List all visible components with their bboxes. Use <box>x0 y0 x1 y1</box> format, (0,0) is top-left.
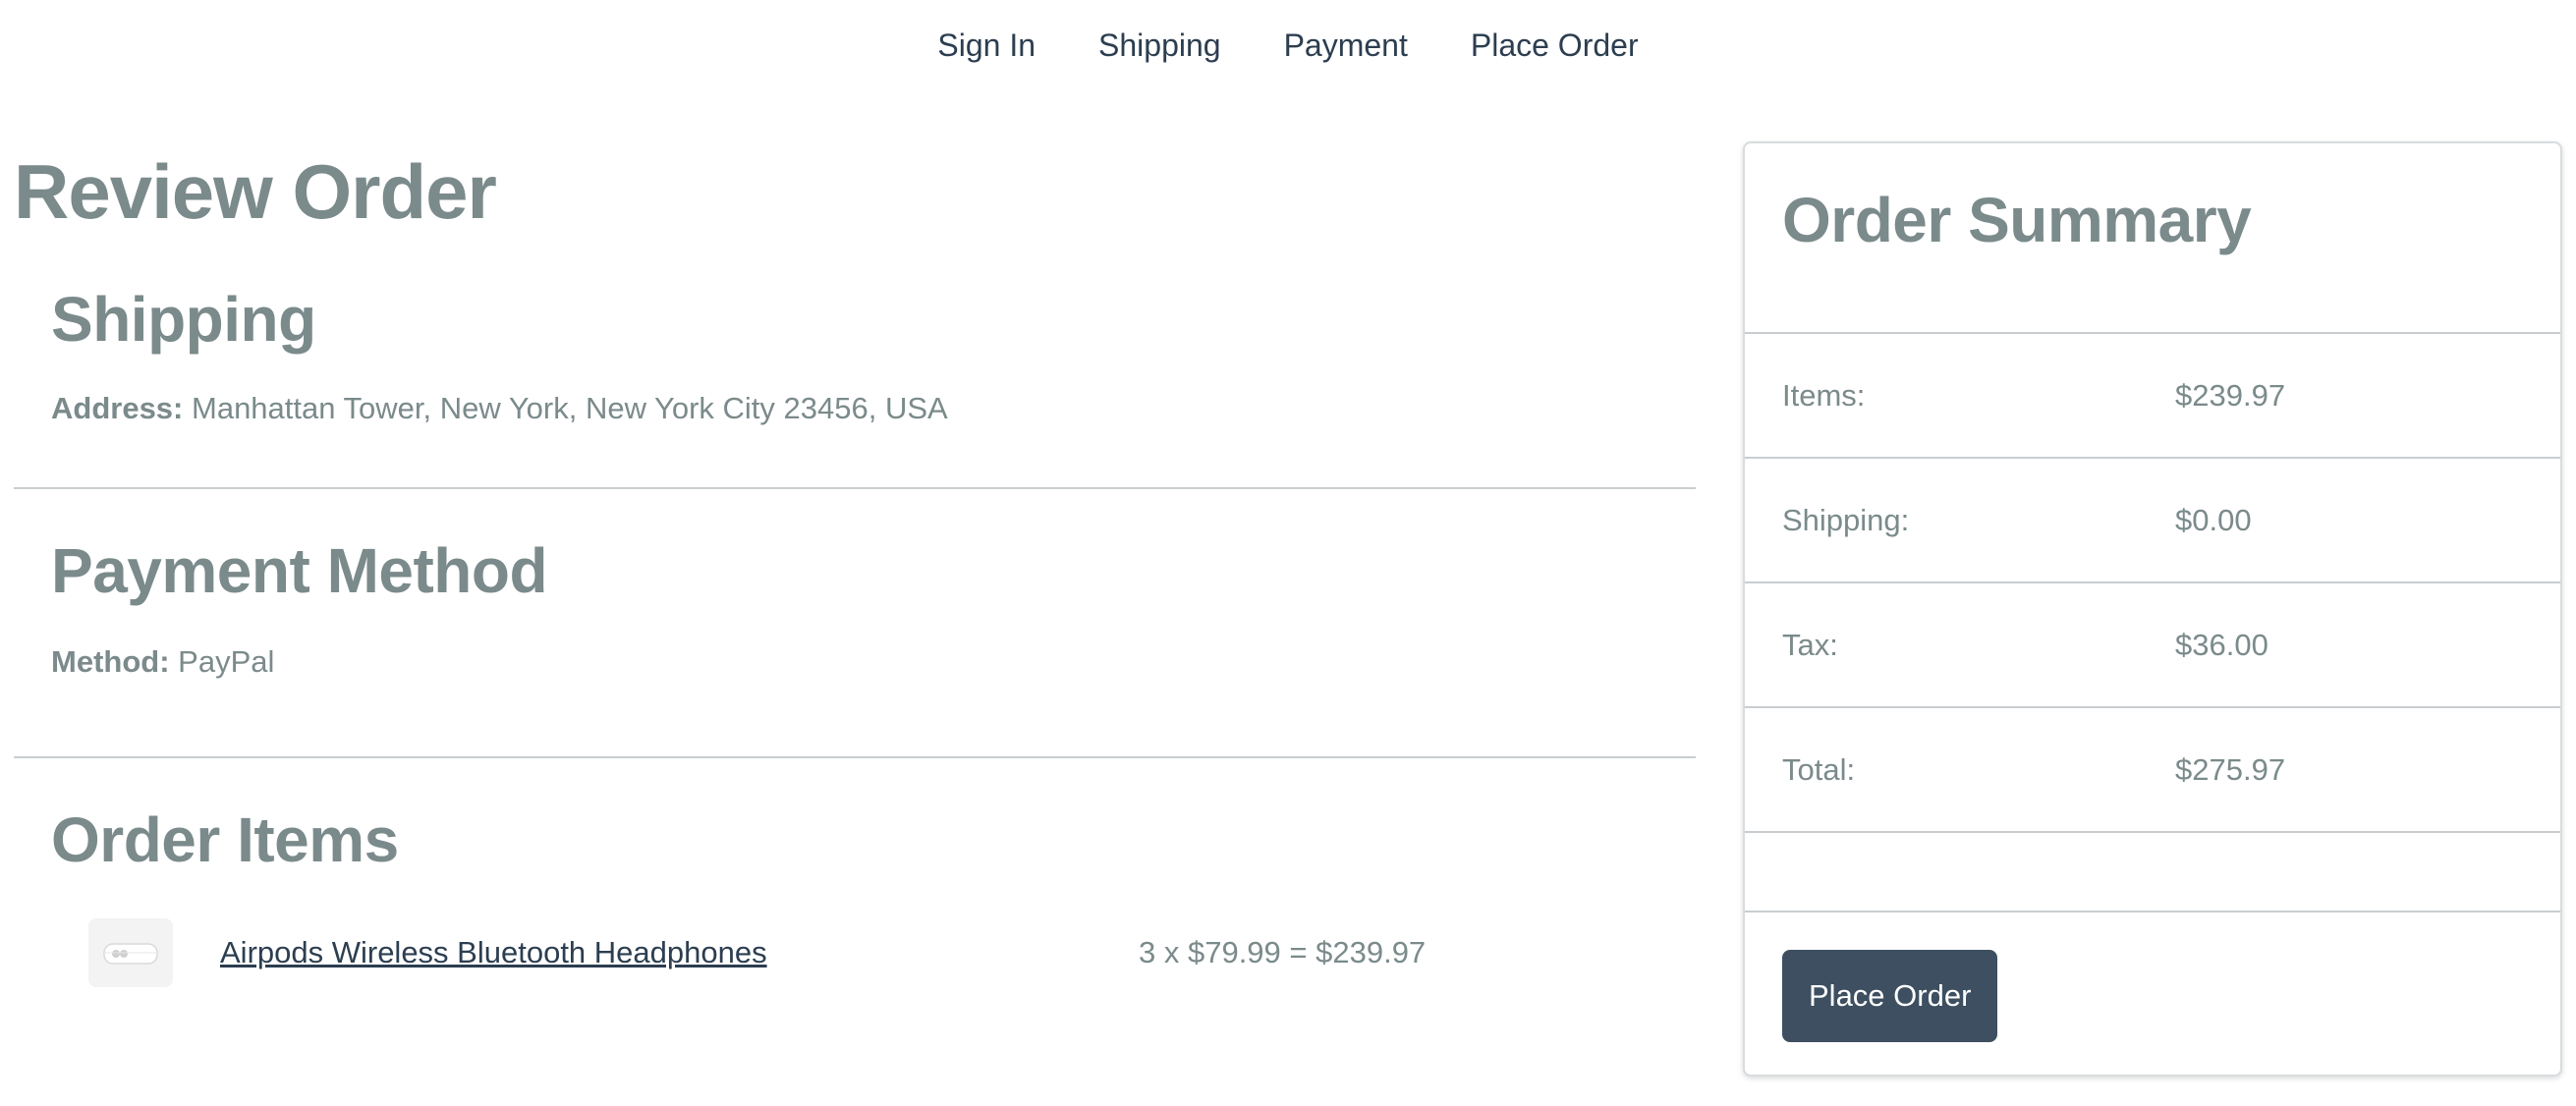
summary-value: $0.00 <box>2175 502 2252 537</box>
summary-label: Items: <box>1782 377 1866 413</box>
order-summary-card: Order Summary Items: $239.97 Shipping: $… <box>1743 141 2562 1077</box>
order-summary-header: Order Summary <box>1745 143 2560 334</box>
checkout-steps: Sign In Shipping Payment Place Order <box>0 22 2576 69</box>
airpods-thumbnail-icon <box>88 918 173 987</box>
address-value: Manhattan Tower, New York, New York City… <box>192 391 948 425</box>
summary-value: $275.97 <box>2175 751 2286 787</box>
payment-method: Method: PayPal <box>51 640 1658 684</box>
step-payment[interactable]: Payment <box>1284 22 1408 69</box>
shipping-address: Address: Manhattan Tower, New York, New … <box>51 387 1658 430</box>
summary-value: $239.97 <box>2175 377 2286 413</box>
method-value: PayPal <box>178 644 275 679</box>
payment-heading: Payment Method <box>51 535 548 606</box>
order-items-heading: Order Items <box>51 804 399 875</box>
summary-row-shipping: Shipping: $0.00 <box>1745 459 2560 583</box>
summary-error-slot <box>1745 833 2560 912</box>
order-items-section: Order Items Airpods Wireless Bluetooth H… <box>14 758 1696 992</box>
summary-row-total: Total: $275.97 <box>1745 708 2560 833</box>
shipping-heading: Shipping <box>51 284 316 355</box>
method-label: Method: <box>51 644 170 679</box>
summary-label: Tax: <box>1782 627 1838 662</box>
place-order-button[interactable]: Place Order <box>1782 950 1998 1042</box>
summary-label: Total: <box>1782 751 1856 787</box>
page-title: Review Order <box>14 148 497 235</box>
order-summary-heading: Order Summary <box>1782 185 2252 255</box>
step-place-order[interactable]: Place Order <box>1471 22 1639 69</box>
summary-row-items: Items: $239.97 <box>1745 334 2560 459</box>
step-sign-in[interactable]: Sign In <box>937 22 1036 69</box>
place-order-wrap: Place Order <box>1745 912 2560 1079</box>
step-shipping[interactable]: Shipping <box>1098 22 1221 69</box>
summary-value: $36.00 <box>2175 627 2268 662</box>
item-price-calc: 3 x $79.99 = $239.97 <box>1139 935 1427 969</box>
list-item: Airpods Wireless Bluetooth Headphones 3 … <box>51 913 1658 992</box>
review-order-panel: Review Order Shipping Address: Manhattan… <box>14 138 1696 992</box>
shipping-section: Shipping Address: Manhattan Tower, New Y… <box>14 246 1696 489</box>
item-name-link[interactable]: Airpods Wireless Bluetooth Headphones <box>220 935 1139 970</box>
summary-label: Shipping: <box>1782 502 1910 537</box>
address-label: Address: <box>51 391 184 425</box>
summary-row-tax: Tax: $36.00 <box>1745 583 2560 708</box>
payment-section: Payment Method Method: PayPal <box>14 489 1696 758</box>
